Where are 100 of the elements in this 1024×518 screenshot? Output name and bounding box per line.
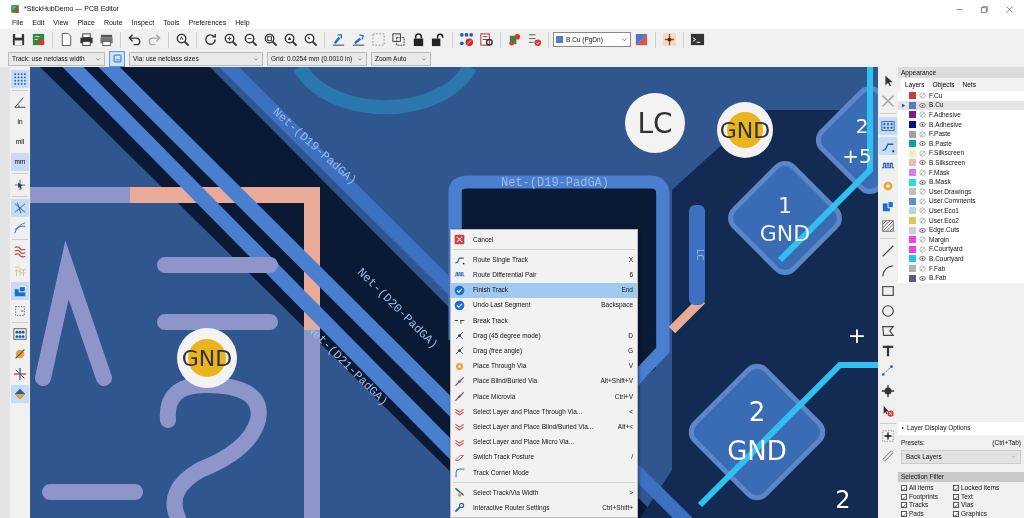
pad-label: 2 xyxy=(855,114,869,138)
circle-icon[interactable] xyxy=(881,304,895,318)
layer-pair-icon[interactable] xyxy=(634,32,649,47)
eye-icon[interactable] xyxy=(919,121,926,129)
cross-icon[interactable] xyxy=(881,94,895,108)
track-width-icon xyxy=(454,487,465,499)
close-icon[interactable] xyxy=(1005,4,1014,14)
drag-icon xyxy=(454,345,465,357)
text-tool-icon[interactable] xyxy=(881,344,895,358)
check-icon xyxy=(454,299,465,311)
pad-label: LC xyxy=(695,249,705,261)
pad-label: LC xyxy=(637,107,673,140)
pad-label: 2 xyxy=(835,486,851,514)
delete-icon[interactable] xyxy=(881,404,895,418)
checkbox[interactable] xyxy=(901,484,907,491)
restore-icon[interactable] xyxy=(980,4,989,14)
via-icon xyxy=(454,375,465,387)
zoom-out-icon[interactable] xyxy=(243,32,258,47)
arc-icon[interactable] xyxy=(881,264,895,278)
checklist-icon[interactable] xyxy=(527,32,542,47)
ruler-icon[interactable] xyxy=(881,449,895,463)
via-grid-icon[interactable] xyxy=(13,327,27,341)
crosshair-icon[interactable] xyxy=(13,367,27,381)
lock-icon[interactable] xyxy=(411,32,426,47)
hatched-square-icon[interactable] xyxy=(881,219,895,233)
pad-marker xyxy=(625,93,685,153)
layers-icon xyxy=(454,421,465,433)
save-icon[interactable] xyxy=(11,32,26,47)
eye-icon[interactable] xyxy=(919,140,926,148)
terminal-icon[interactable] xyxy=(690,32,705,47)
corner-icon xyxy=(454,466,465,478)
zoom-fit-icon[interactable] xyxy=(263,32,278,47)
plotter-icon[interactable] xyxy=(99,32,114,47)
rotate-right-icon[interactable] xyxy=(351,32,366,47)
search-icon[interactable] xyxy=(175,32,190,47)
disc-icon[interactable] xyxy=(13,347,27,361)
pad-label: +5 xyxy=(842,144,872,168)
layers-icon xyxy=(454,406,465,418)
printer-icon[interactable] xyxy=(79,32,94,47)
caret-icon xyxy=(95,55,101,62)
line-icon[interactable] xyxy=(881,244,895,258)
pad-label: GND xyxy=(759,221,811,246)
checkbox[interactable] xyxy=(901,510,907,517)
group-icon[interactable] xyxy=(391,32,406,47)
unlock-icon[interactable] xyxy=(431,32,446,47)
checkbox[interactable] xyxy=(953,484,959,491)
via-icon xyxy=(454,360,465,372)
inspect-icon[interactable] xyxy=(479,32,494,47)
microvia-icon xyxy=(454,390,465,402)
checkbox[interactable] xyxy=(901,502,907,509)
undo-icon[interactable] xyxy=(127,32,142,47)
checkbox[interactable] xyxy=(953,502,959,509)
eye-icon[interactable] xyxy=(919,101,926,109)
eye-icon[interactable] xyxy=(919,274,926,282)
caret-icon xyxy=(421,55,427,62)
pad-icon[interactable] xyxy=(881,199,895,213)
eye-icon[interactable] xyxy=(919,226,926,234)
checkbox[interactable] xyxy=(901,493,907,500)
expand-arrow-icon xyxy=(901,426,905,431)
zones-icon[interactable] xyxy=(13,244,27,258)
eye-icon[interactable] xyxy=(919,255,926,263)
cancel-icon xyxy=(454,234,465,246)
track-icon xyxy=(454,254,465,266)
polygon-icon[interactable] xyxy=(881,324,895,338)
zoom-selection-icon[interactable] xyxy=(303,32,318,47)
caret-icon xyxy=(253,55,259,62)
checkbox[interactable] xyxy=(953,493,959,500)
check-icon xyxy=(454,284,465,296)
circuit-board-icon[interactable] xyxy=(31,32,46,47)
eye-icon[interactable] xyxy=(919,159,926,167)
refresh-icon[interactable] xyxy=(203,32,218,47)
zoom-in-icon[interactable] xyxy=(223,32,238,47)
rotate-left-icon[interactable] xyxy=(331,32,346,47)
anchor-icon[interactable] xyxy=(881,384,895,398)
angle-icon[interactable] xyxy=(13,95,27,109)
cursor-icon[interactable] xyxy=(13,178,27,192)
origin-icon[interactable] xyxy=(881,429,895,443)
zoom-objects-icon[interactable] xyxy=(283,32,298,47)
track-via-icon xyxy=(111,53,123,64)
track-via-toggle-button[interactable] xyxy=(109,50,125,67)
pad-label: GND xyxy=(727,436,787,466)
dimension-icon[interactable] xyxy=(881,364,895,378)
settings-icon xyxy=(454,502,465,514)
footprint-icon[interactable] xyxy=(507,32,522,47)
curved-ratsnest-icon[interactable] xyxy=(13,221,27,235)
rectangle-icon[interactable] xyxy=(881,284,895,298)
page-icon[interactable] xyxy=(59,32,74,47)
caret-icon xyxy=(621,36,628,43)
eye-icon[interactable] xyxy=(919,178,926,186)
pad-label: 2 xyxy=(748,397,766,427)
current-layer-arrow-icon xyxy=(901,102,906,108)
checkbox[interactable] xyxy=(953,510,959,517)
caret-icon xyxy=(1011,454,1016,460)
router-icon[interactable] xyxy=(662,32,677,47)
layer-color-swatch xyxy=(556,36,563,43)
dashed-frame-icon[interactable] xyxy=(13,304,27,318)
pad-label: + xyxy=(847,323,867,348)
pad-label: 1 xyxy=(778,193,792,218)
netlist-icon[interactable] xyxy=(459,32,474,47)
drag-icon xyxy=(454,330,465,342)
